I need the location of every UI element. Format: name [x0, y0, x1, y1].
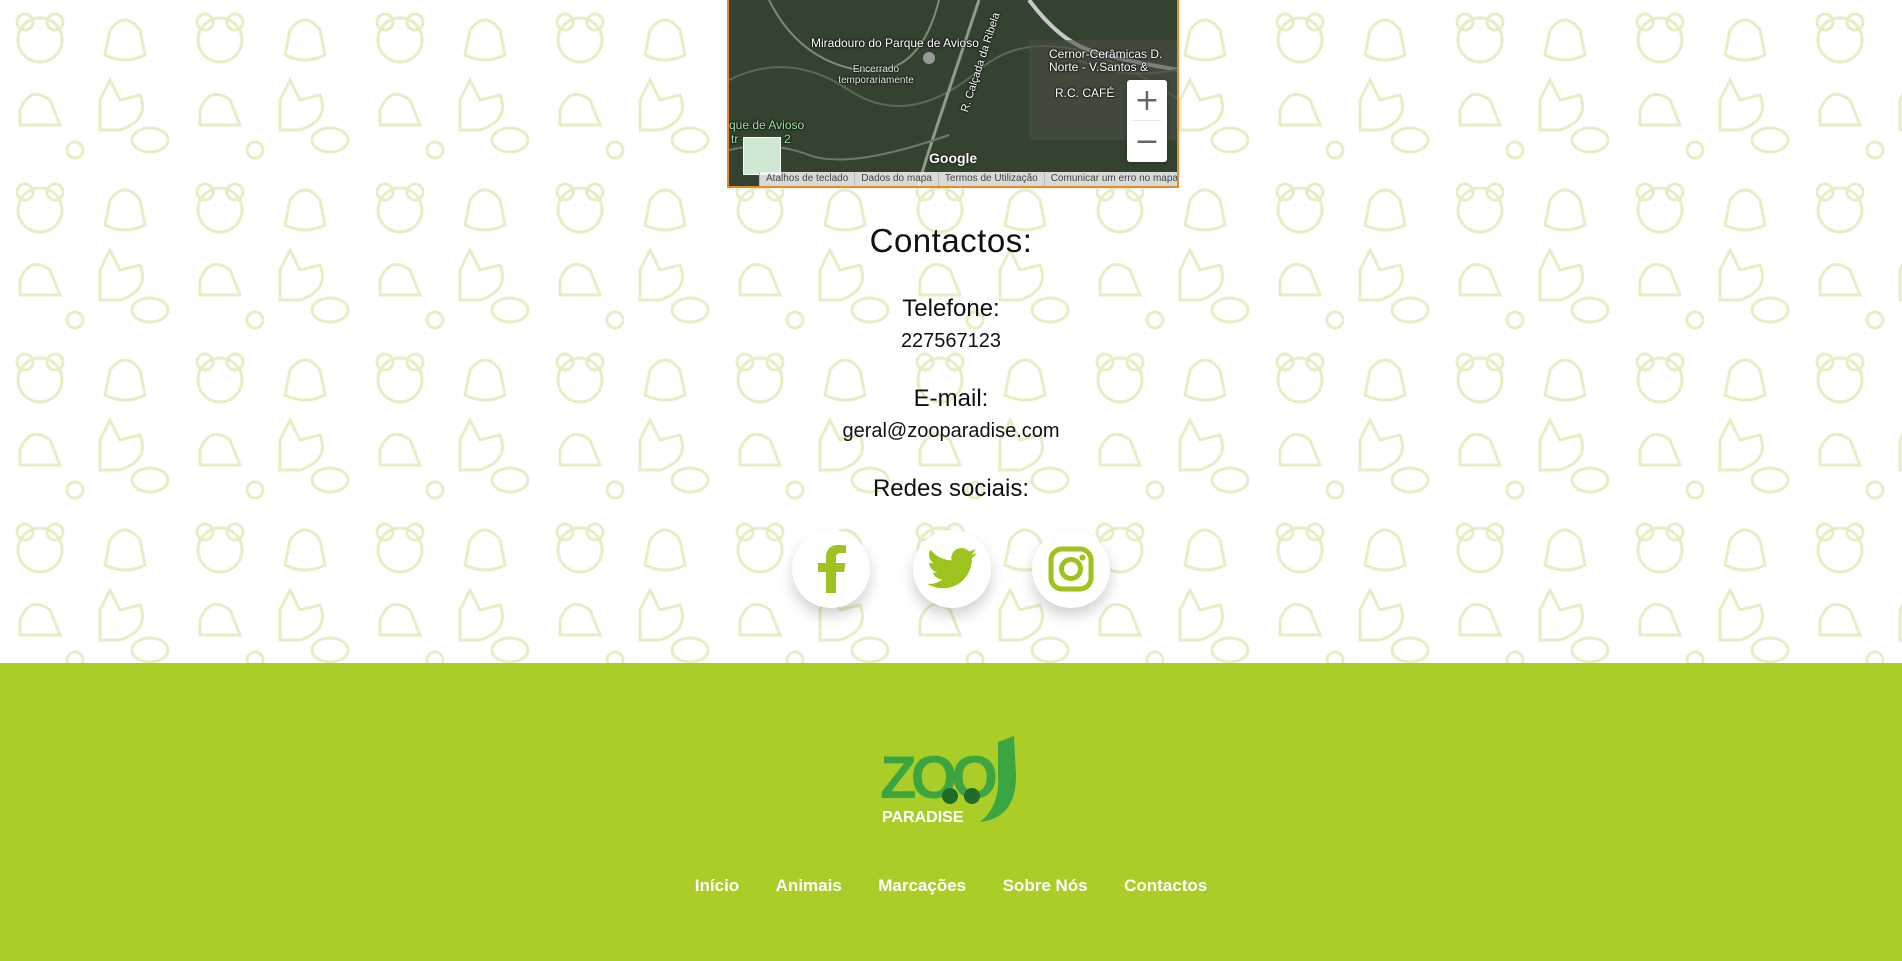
- map-label-number: 2: [784, 132, 791, 146]
- footer-link-marcacoes[interactable]: Marcações: [878, 876, 966, 896]
- map-footer-terms[interactable]: Termos de Utilização: [937, 172, 1044, 186]
- social-label: Redes sociais:: [872, 475, 1030, 502]
- zoom-out-button[interactable]: −: [1127, 121, 1167, 161]
- phone-value: 227567123: [900, 330, 1002, 352]
- zoom-in-button[interactable]: +: [1127, 80, 1167, 120]
- street-view-pegman[interactable]: [743, 137, 781, 175]
- zoo-paradise-logo[interactable]: ZOO PARADISE: [880, 736, 1022, 826]
- map-label-rc-cafe: R.C. CAFÉ: [1055, 86, 1115, 100]
- twitter-icon: [927, 548, 977, 589]
- google-map[interactable]: Miradouro do Parque de Avioso Encerrado …: [727, 0, 1179, 188]
- facebook-icon: [818, 545, 846, 593]
- map-footer-data[interactable]: Dados do mapa: [854, 172, 938, 186]
- contacts-title: Contactos:: [869, 222, 1033, 259]
- footer-link-inicio[interactable]: Início: [695, 876, 739, 896]
- map-footer-shortcuts[interactable]: Atalhos de teclado: [759, 172, 854, 186]
- map-label-parque-line2: tr: [731, 132, 739, 146]
- footer-link-contactos[interactable]: Contactos: [1124, 876, 1207, 896]
- footer-link-sobre-nos[interactable]: Sobre Nós: [1003, 876, 1088, 896]
- map-label-parque: que de Avioso: [729, 118, 805, 132]
- map-label-miradouro: Miradouro do Parque de Avioso: [811, 36, 979, 50]
- map-label-cernor: Cernor-Cerâmicas D. Norte - V.Santos &: [1049, 47, 1163, 74]
- instagram-button[interactable]: [1032, 530, 1110, 608]
- logo-subtitle: PARADISE: [882, 809, 964, 826]
- email-value[interactable]: geral@zooparadise.com: [0, 420, 1902, 443]
- facebook-button[interactable]: [792, 530, 870, 608]
- map-label-encerrado: Encerrado temporariamente: [838, 64, 914, 86]
- footer-nav: Início Animais Marcações Sobre Nós Conta…: [0, 876, 1902, 896]
- map-footer-report[interactable]: Comunicar um erro no mapa: [1043, 172, 1177, 186]
- email-label: E-mail:: [913, 385, 989, 412]
- twitter-button[interactable]: [913, 530, 991, 608]
- footer-link-animais[interactable]: Animais: [776, 876, 842, 896]
- logo-wordmark: ZOO: [880, 744, 996, 811]
- google-logo: Google: [929, 150, 978, 166]
- map-attribution-bar: Atalhos de teclado Dados do mapa Termos …: [759, 172, 1177, 186]
- zoom-control[interactable]: + −: [1127, 80, 1167, 162]
- phone-label: Telefone:: [902, 295, 1000, 322]
- instagram-icon: [1048, 546, 1094, 592]
